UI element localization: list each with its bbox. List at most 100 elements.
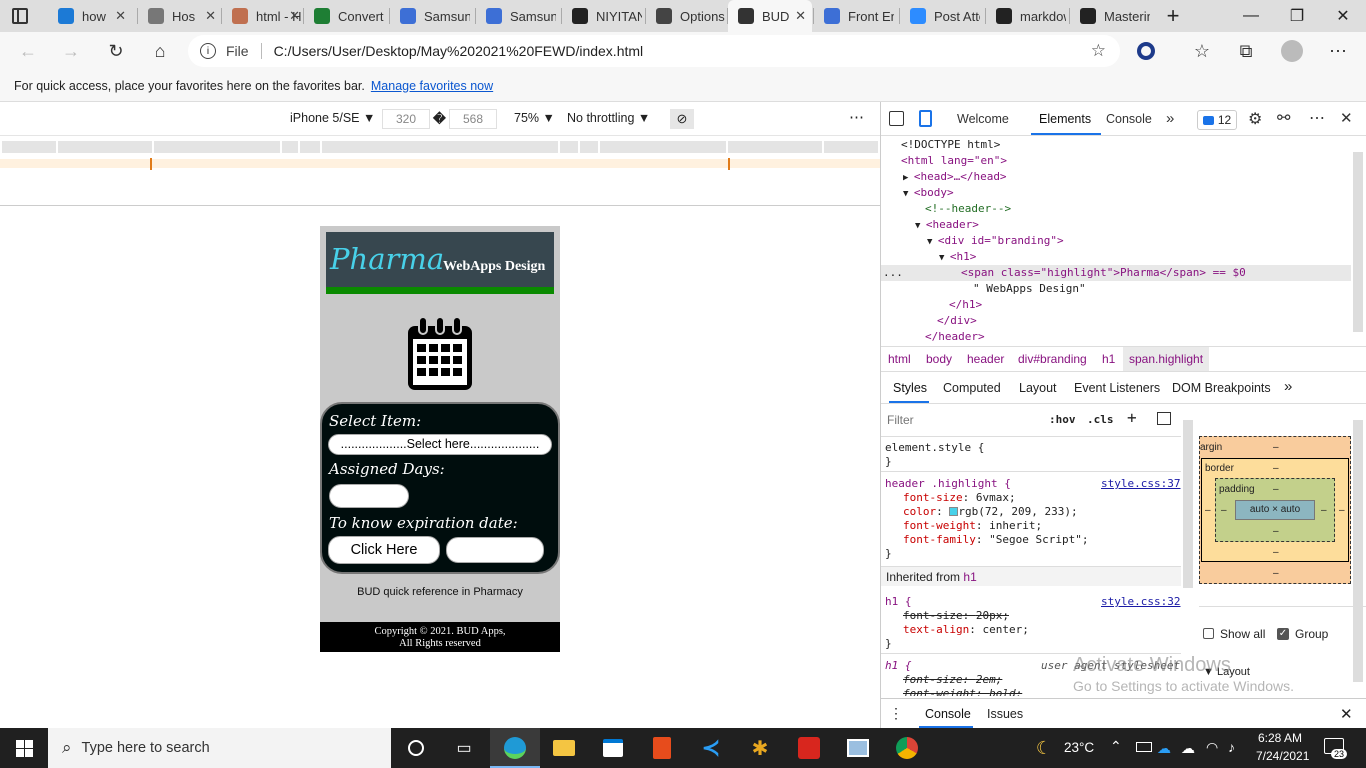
store-icon[interactable] [599, 734, 627, 762]
item-select[interactable]: ...................Select here..........… [328, 434, 552, 455]
browser-tab[interactable]: Convert [304, 0, 388, 32]
css-property[interactable]: font-family: "Segoe Script"; [903, 533, 1088, 546]
settings-icon[interactable]: ⚙ [1248, 109, 1262, 129]
ua-rule-selector[interactable]: h1 { [885, 659, 912, 672]
tab-elements[interactable]: Elements [1039, 112, 1091, 126]
device-select[interactable]: iPhone 5/SE ▼ [290, 111, 375, 125]
crumb-header[interactable]: header [967, 352, 1004, 366]
width-input[interactable]: 320 [382, 109, 430, 129]
collections-icon[interactable]: ⧉ [1230, 36, 1262, 66]
close-tab-icon[interactable]: ✕ [795, 8, 806, 24]
cls-toggle[interactable]: .cls [1087, 413, 1114, 426]
style-source-link[interactable]: style.css:37 [1101, 477, 1180, 490]
tab-dom-breakpoints[interactable]: DOM Breakpoints [1172, 381, 1271, 395]
browser-tab[interactable]: Samsung [476, 0, 560, 32]
dom-node[interactable]: <!DOCTYPE html> [901, 137, 1000, 153]
onedrive-icon[interactable]: ☁ [1157, 740, 1171, 757]
dom-node-branding[interactable]: ▼ <div id="branding"> [927, 233, 1064, 250]
more-menu-icon[interactable]: ⋯ [1322, 36, 1354, 66]
browser-tab[interactable]: Options [646, 0, 730, 32]
dom-comment[interactable]: <!--header--> [925, 201, 1011, 217]
hov-toggle[interactable]: :hov [1049, 413, 1076, 426]
browser-tab[interactable]: Masterin [1070, 0, 1154, 32]
issues-badge[interactable]: 12 [1197, 110, 1237, 130]
dom-node[interactable]: <html lang="en"> [901, 153, 1007, 169]
browser-tab[interactable]: NIYITANG [562, 0, 646, 32]
slack-icon[interactable]: ✱ [746, 734, 774, 762]
css-property[interactable]: color: rgb(72, 209, 233); [903, 505, 1078, 518]
browser-tab[interactable]: Samsung [390, 0, 474, 32]
h1-rule-selector[interactable]: h1 { [885, 595, 912, 608]
rotate-icon[interactable]: ⊘ [670, 109, 694, 129]
close-devtools-icon[interactable]: ✕ [1340, 109, 1353, 127]
expiration-date-output[interactable] [446, 537, 544, 563]
browser-tab[interactable]: markdow [986, 0, 1070, 32]
minimize-button[interactable]: — [1228, 0, 1274, 32]
file-explorer-icon[interactable] [550, 734, 578, 762]
tab-welcome[interactable]: Welcome [957, 112, 1009, 126]
clock-time[interactable]: 6:28 AM [1258, 731, 1302, 745]
crumb-html[interactable]: html [888, 352, 911, 366]
tab-computed[interactable]: Computed [943, 381, 1001, 395]
battery-icon[interactable] [1136, 742, 1152, 752]
throttle-select[interactable]: No throttling ▼ [567, 111, 650, 125]
task-view-icon[interactable]: ▭ [450, 734, 478, 762]
browser-tab[interactable]: html - H ✕ [222, 0, 306, 32]
acrobat-icon[interactable] [795, 734, 823, 762]
home-icon[interactable]: ⌂ [144, 36, 176, 66]
url-text[interactable]: C:/Users/User/Desktop/May%202021%20FEWD/… [274, 43, 644, 59]
crumb-span[interactable]: span.highlight [1123, 347, 1210, 371]
css-property-overridden[interactable]: font-size: 20px; [903, 609, 1009, 622]
devtools-more-icon[interactable]: ⋯ [1309, 108, 1325, 128]
dom-node-header[interactable]: ▼ <header> [915, 217, 979, 234]
refresh-icon[interactable]: ↻ [100, 36, 132, 66]
group-checkbox[interactable]: ✓ [1277, 628, 1289, 640]
zoom-select[interactable]: 75% ▼ [514, 111, 555, 125]
drawer-tab-console[interactable]: Console [925, 707, 971, 721]
vscode-icon[interactable]: ≺ [697, 734, 725, 762]
css-property-overridden[interactable]: font-size: 2em; [903, 673, 1002, 686]
add-favorite-icon[interactable]: ☆ [1091, 41, 1106, 61]
css-property[interactable]: font-weight: inherit; [903, 519, 1042, 532]
tab-layout[interactable]: Layout [1019, 381, 1057, 395]
more-subtabs-icon[interactable]: » [1284, 378, 1292, 395]
drawer-menu-icon[interactable]: ⋮ [889, 705, 903, 722]
css-property[interactable]: text-align: center; [903, 623, 1029, 636]
dom-node-head[interactable]: ▶ <head>…</head> [903, 169, 1007, 186]
inspect-icon[interactable] [889, 111, 904, 126]
cortana-icon[interactable] [402, 734, 430, 762]
browser-tab[interactable]: how ✕ [48, 0, 132, 32]
crumb-h1[interactable]: h1 [1102, 352, 1115, 366]
crumb-branding[interactable]: div#branding [1018, 352, 1087, 366]
dom-scrollbar[interactable] [1353, 152, 1363, 332]
element-style-rule[interactable]: element.style { [885, 441, 984, 454]
back-icon[interactable]: ← [12, 36, 44, 66]
favorites-icon[interactable]: ☆ [1186, 36, 1218, 66]
taskbar-search[interactable]: ⌕ Type here to search [48, 728, 391, 768]
device-more-icon[interactable]: ⋯ [849, 108, 864, 126]
cloud-icon[interactable]: ☁ [1181, 740, 1195, 757]
tab-console[interactable]: Console [1106, 112, 1152, 126]
show-all-checkbox[interactable] [1203, 628, 1214, 639]
assigned-days-input[interactable] [329, 484, 409, 508]
windows-start-icon[interactable] [10, 734, 38, 762]
edge-icon[interactable] [501, 734, 529, 762]
close-tab-icon[interactable]: ✕ [205, 8, 216, 24]
toggle-sidebar-icon[interactable] [1157, 412, 1171, 425]
close-drawer-icon[interactable]: ✕ [1340, 705, 1353, 723]
temperature[interactable]: 23°C [1064, 740, 1094, 755]
profile-sync-icon[interactable] [1130, 36, 1162, 66]
tray-chevron-icon[interactable]: ⌃ [1110, 738, 1122, 755]
dom-node-body[interactable]: ▼ <body> [903, 185, 954, 202]
style-source-link[interactable]: style.css:32 [1101, 595, 1180, 608]
click-here-button[interactable]: Click Here [328, 536, 440, 564]
close-tab-icon[interactable]: ✕ [115, 8, 126, 24]
styles-scrollbar[interactable] [1183, 420, 1193, 588]
dom-node[interactable]: </h1> [949, 297, 982, 313]
drawer-tab-issues[interactable]: Issues [987, 707, 1023, 721]
close-tab-icon[interactable]: ✕ [289, 8, 300, 24]
close-window-button[interactable]: ✕ [1320, 0, 1366, 32]
wifi-icon[interactable]: ◠ [1206, 739, 1218, 756]
chrome-icon[interactable] [893, 734, 921, 762]
tab-styles[interactable]: Styles [893, 381, 927, 395]
